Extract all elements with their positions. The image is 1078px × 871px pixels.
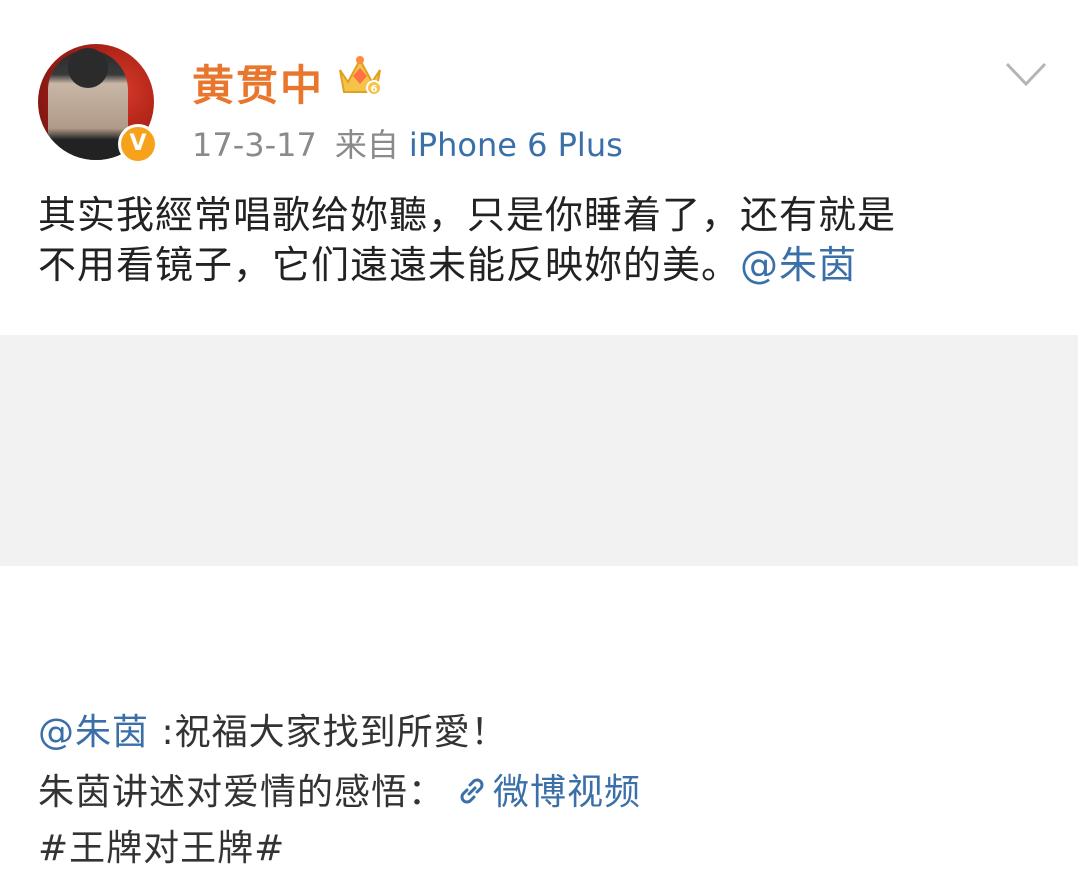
link-icon bbox=[460, 778, 484, 804]
weibo-post: V 黄贯中 6 17-3-17 来自 iPhone 6 Plus 其实我經常唱歌给妳… bbox=[0, 0, 1078, 335]
repost-text-2: 朱茵讲述对爱情的感悟： bbox=[38, 772, 446, 813]
mention-link[interactable]: @朱茵 bbox=[740, 243, 857, 287]
avatar-head bbox=[68, 48, 108, 88]
source-label: 来自 bbox=[334, 126, 399, 164]
timestamp: 17-3-17 bbox=[192, 126, 317, 164]
repost-line-1: @朱茵 :祝福大家找到所愛！ bbox=[38, 703, 508, 755]
device-source[interactable]: iPhone 6 Plus bbox=[409, 126, 623, 164]
post-text: 其实我經常唱歌给妳聽，只是你睡着了，还有就是 不用看镜子，它们遠遠未能反映妳的美… bbox=[38, 190, 1048, 290]
post-text-line-2-body: 不用看镜子，它们遠遠未能反映妳的美。 bbox=[38, 243, 741, 287]
username[interactable]: 黄贯中 bbox=[192, 52, 324, 113]
repost-mention-link[interactable]: @朱茵 bbox=[38, 712, 149, 753]
chevron-down-icon[interactable] bbox=[1004, 60, 1048, 90]
svg-text:6: 6 bbox=[371, 84, 378, 95]
post-meta: 17-3-17 来自 iPhone 6 Plus bbox=[192, 120, 623, 166]
repost-block[interactable]: @朱茵 :祝福大家找到所愛！ 朱茵讲述对爱情的感悟： 微博视频 #王牌对王牌# bbox=[0, 335, 1078, 869]
post-text-line-1: 其实我經常唱歌给妳聽，只是你睡着了，还有就是 bbox=[38, 193, 897, 237]
video-link[interactable]: 微博视频 bbox=[493, 772, 641, 813]
hashtag-link[interactable]: #王牌对王牌# bbox=[38, 819, 285, 871]
crown-icon[interactable]: 6 bbox=[336, 52, 384, 98]
verified-icon: V bbox=[118, 124, 158, 164]
repost-text-1: :祝福大家找到所愛！ bbox=[149, 712, 508, 753]
repost-line-2: 朱茵讲述对爱情的感悟： 微博视频 bbox=[38, 763, 641, 815]
post-text-line-2: 不用看镜子，它们遠遠未能反映妳的美。@朱茵 bbox=[38, 240, 1048, 290]
